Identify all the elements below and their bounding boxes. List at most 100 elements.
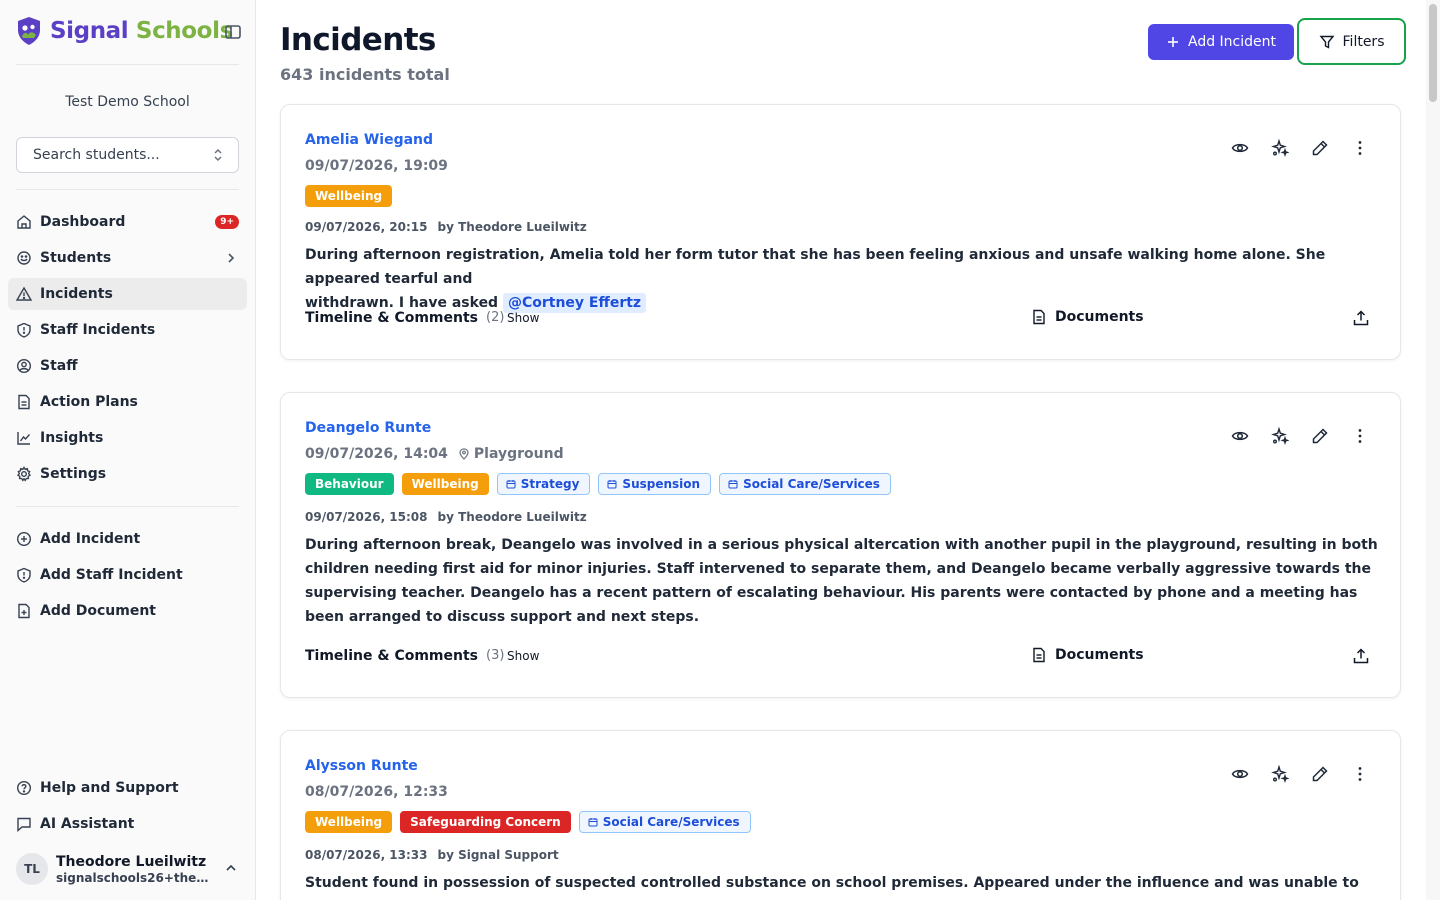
nav-label: Staff Incidents (40, 322, 156, 338)
card-footer: Timeline & Comments (2) Show Documents (305, 307, 1380, 331)
ai-summary-button[interactable] (1270, 426, 1290, 446)
nav-insights[interactable]: Insights (8, 422, 247, 454)
upload-icon[interactable] (1352, 647, 1370, 665)
category-tag: Wellbeing (305, 185, 393, 207)
logged-by: by Theodore Lueilwitz (437, 510, 587, 524)
map-pin-icon (459, 448, 469, 460)
nav-staff-incidents[interactable]: Staff Incidents (8, 314, 247, 346)
nav-settings[interactable]: Settings (8, 458, 247, 490)
comment-count: (2) (486, 310, 505, 325)
document-icon (18, 394, 30, 410)
scrollbar[interactable] (1426, 0, 1440, 900)
nav-action-plans[interactable]: Action Plans (8, 386, 247, 418)
ai-summary-button[interactable] (1270, 764, 1290, 784)
calendar-icon (728, 480, 738, 489)
incident-card: Deangelo Runte 09/07/2026, 14:04 Playgro… (280, 392, 1401, 698)
category-tag: Safeguarding Concern (400, 811, 571, 833)
sidebar: Signal Schools Test Demo School Search s… (0, 0, 256, 900)
logged-at: 09/07/2026, 20:15 (305, 220, 428, 234)
shield-icon (17, 322, 31, 338)
card-actions (1230, 426, 1370, 446)
action-plan-tag[interactable]: Strategy (496, 473, 591, 495)
nav-students[interactable]: Students (8, 242, 247, 274)
plan-label: Social Care/Services (602, 815, 740, 829)
ai-summary-button[interactable] (1270, 138, 1290, 158)
incident-datetime: 09/07/2026, 14:04 Playground (305, 446, 564, 462)
quick-add-document[interactable]: Add Document (8, 595, 247, 627)
category-tag: Behaviour (305, 473, 394, 495)
show-timeline-button[interactable]: Show (507, 311, 539, 325)
chevron-up-down-icon (214, 148, 222, 162)
view-button[interactable] (1230, 426, 1250, 446)
search-placeholder: Search students... (33, 147, 160, 163)
documents-section[interactable]: Documents (1031, 647, 1144, 663)
action-plan-tag[interactable]: Social Care/Services (578, 811, 751, 833)
card-actions (1230, 138, 1370, 158)
plan-label: Social Care/Services (743, 477, 880, 491)
nav-label: Add Staff Incident (40, 567, 183, 583)
plus-circle-icon (16, 531, 32, 547)
location-text: Playground (473, 446, 564, 462)
description-line-1: During afternoon registration, Amelia to… (305, 247, 1326, 287)
shield-icon (17, 567, 31, 583)
student-name-link[interactable]: Alysson Runte (305, 758, 418, 774)
nav-label: Incidents (40, 286, 113, 302)
tag-list: Wellbeing Safeguarding Concern Social Ca… (305, 811, 751, 833)
chevron-up-icon (226, 864, 236, 871)
divider (16, 506, 239, 507)
brand-name: Signal Schools (50, 18, 233, 44)
more-button[interactable] (1350, 426, 1370, 446)
nav-help-support[interactable]: Help and Support (8, 772, 247, 804)
incident-description: During afternoon break, Deangelo was inv… (305, 537, 1378, 625)
pencil-icon (1312, 140, 1328, 156)
documents-label: Documents (1055, 309, 1144, 325)
edit-button[interactable] (1310, 764, 1330, 784)
help-icon (16, 780, 32, 796)
more-button[interactable] (1350, 138, 1370, 158)
user-menu[interactable]: TL Theodore Lueilwitz signalschools26+th… (16, 846, 241, 892)
student-name-link[interactable]: Deangelo Runte (305, 420, 431, 436)
nav-label: Staff (40, 358, 78, 374)
students-icon (17, 251, 31, 265)
sparkles-icon (1271, 765, 1289, 783)
view-button[interactable] (1230, 764, 1250, 784)
upload-icon[interactable] (1352, 309, 1370, 327)
nav-dashboard[interactable]: Dashboard 9+ (8, 206, 247, 238)
edit-button[interactable] (1310, 426, 1330, 446)
documents-section[interactable]: Documents (1031, 309, 1144, 325)
brand-word-2: Schools (135, 18, 233, 44)
incident-datetime: 09/07/2026, 19:09 (305, 158, 448, 174)
action-plan-tag[interactable]: Suspension (598, 473, 712, 495)
divider (16, 64, 239, 65)
calendar-icon (506, 480, 516, 489)
nav-staff[interactable]: Staff (8, 350, 247, 382)
timeline-comments: Timeline & Comments (2) (305, 310, 504, 326)
add-incident-button[interactable]: Add Incident (1148, 24, 1294, 60)
brand-logo[interactable]: Signal Schools (16, 16, 233, 46)
chevron-right-icon (228, 253, 235, 263)
quick-add-incident[interactable]: Add Incident (8, 523, 247, 555)
nav-label: Add Document (40, 603, 156, 619)
school-name: Test Demo School (65, 94, 190, 110)
incident-datetime: 08/07/2026, 12:33 (305, 784, 448, 800)
student-search-select[interactable]: Search students... (16, 137, 239, 173)
logged-at: 08/07/2026, 13:33 (305, 848, 428, 862)
line-chart-icon (17, 432, 31, 445)
calendar-icon (588, 818, 598, 827)
more-button[interactable] (1350, 764, 1370, 784)
edit-button[interactable] (1310, 138, 1330, 158)
sidebar-toggle-icon[interactable] (224, 23, 242, 41)
incident-count: 643 incidents total (280, 65, 450, 84)
filters-button[interactable]: Filters (1297, 18, 1406, 65)
action-plan-tag[interactable]: Social Care/Services (719, 473, 891, 495)
nav-label: Add Incident (40, 531, 141, 547)
show-timeline-button[interactable]: Show (507, 649, 539, 663)
nav-ai-assistant[interactable]: AI Assistant (8, 808, 247, 840)
student-name-link[interactable]: Amelia Wiegand (305, 132, 433, 148)
nav-incidents[interactable]: Incidents (8, 278, 247, 310)
sparkles-icon (1271, 427, 1289, 445)
scrollbar-thumb[interactable] (1429, 4, 1437, 102)
user-name: Theodore Lueilwitz (56, 853, 207, 870)
view-button[interactable] (1230, 138, 1250, 158)
quick-add-staff-incident[interactable]: Add Staff Incident (8, 559, 247, 591)
